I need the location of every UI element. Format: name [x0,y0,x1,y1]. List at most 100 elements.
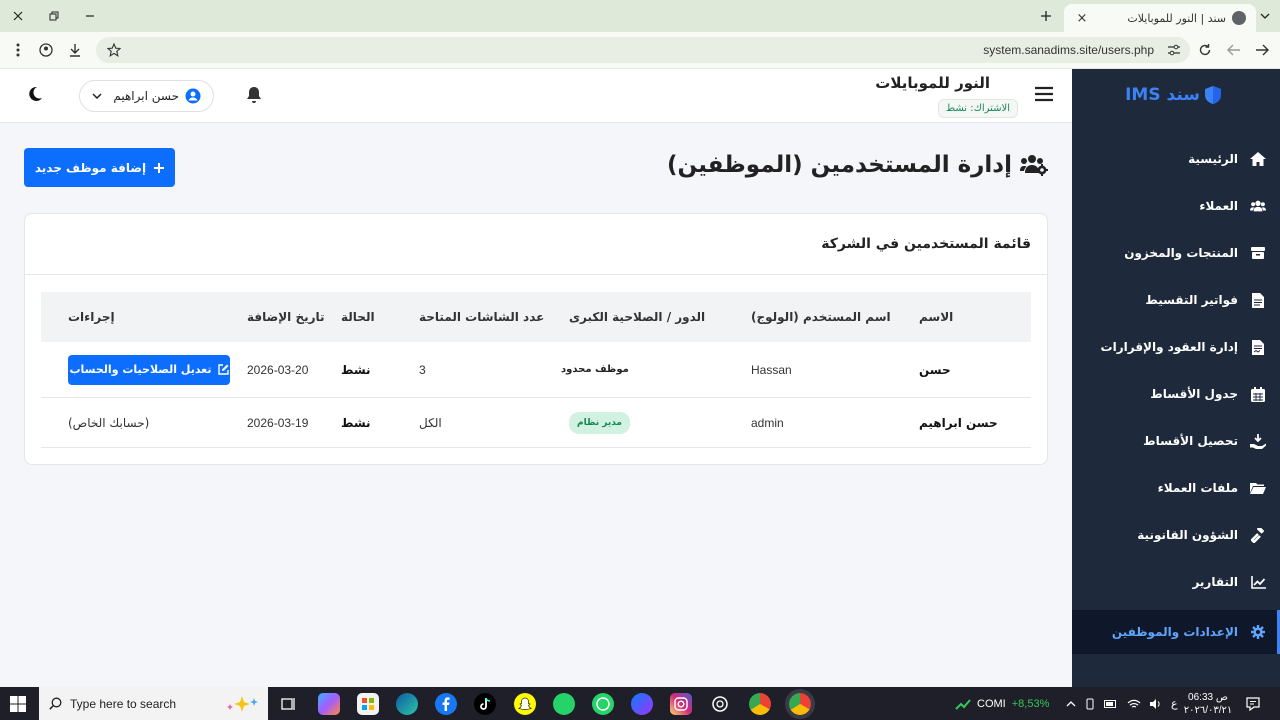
search-placeholder: Type here to search [70,696,177,711]
file-contract-icon [1250,339,1266,355]
bookmark-star-icon[interactable] [104,40,124,60]
close-tab-icon[interactable]: × [1074,11,1090,26]
close-window-icon[interactable] [0,0,36,32]
sidebar-item-collect-installments[interactable]: تحصيل الأقساط [1072,419,1280,463]
stock-name: COMI [977,697,1006,710]
chrome-icon[interactable] [749,693,771,715]
brand-name: سند IMS [1125,85,1200,105]
edit-permissions-button[interactable]: تعديل الصلاحيات والحساب [68,354,230,385]
divider [25,274,1047,275]
column-header: الاسم [919,310,954,324]
sidebar-item-label: فواتير التقسيط [1145,293,1238,307]
moon-icon[interactable] [27,86,43,102]
box-icon [1250,245,1266,261]
sidebar-item-legal[interactable]: الشؤون القانونية [1072,513,1280,557]
profile-icon[interactable] [36,40,56,60]
subscription-badge: الاشتراك: نشط [937,99,1018,118]
usb-icon[interactable] [1085,698,1095,710]
home-icon [1250,151,1266,167]
shop-name: النور للموبايلات [875,74,990,92]
store-icon[interactable] [357,693,379,715]
shield-icon [1205,86,1221,104]
page-title-text: إدارة المستخدمين (الموظفين) [666,152,1012,178]
sidebar-item-products[interactable]: المنتجات والمخزون [1072,231,1280,275]
app-header: النور للموبايلات الاشتراك: نشط حسن ابراه… [0,69,1072,123]
user-name: حسن ابراهيم [113,89,179,103]
stock-widget[interactable]: COMI +8,53% [955,687,1049,720]
address-toolbar: system.sanadims.site/users.php [0,32,1280,69]
sidebar-item-reports[interactable]: التقارير [1072,560,1280,604]
screens-cell: 3 [419,362,426,377]
sidebar-item-label: جدول الأقساط [1150,387,1238,401]
sidebar-item-installment-invoices[interactable]: فواتير التقسيط [1072,278,1280,322]
copilot-icon[interactable] [318,693,340,715]
restore-window-icon[interactable] [36,0,72,32]
date-cell: 2026-03-19 [247,415,309,430]
actions-cell: (حسابك الخاص) [68,415,150,430]
sidebar-item-contracts[interactable]: إدارة العقود والإقرارات [1072,325,1280,369]
role-cell: موظف محدود [561,342,731,397]
notification-icon[interactable] [1246,687,1260,720]
facebook-icon[interactable] [435,693,457,715]
sidebar-item-customers[interactable]: العملاء [1072,184,1280,228]
sidebar-item-installment-schedule[interactable]: جدول الأقساط [1072,372,1280,416]
clock[interactable]: 06:33 ص ٢٠٢٦/٠٣/٢١ [1180,687,1236,720]
chrome-active-icon[interactable] [789,693,811,715]
clock-time: 06:33 ص [1188,691,1228,703]
bell-icon[interactable] [245,86,263,104]
instagram-icon[interactable] [670,693,692,715]
input-language[interactable]: ع [1171,697,1178,710]
sidebar-item-label: الرئيسية [1188,152,1238,166]
add-employee-button[interactable]: إضافة موظف جديد [24,148,175,187]
site-settings-icon[interactable] [1164,40,1184,60]
chatgpt-icon[interactable] [709,693,731,715]
sidebar-item-home[interactable]: الرئيسية [1072,137,1280,181]
speaker-icon[interactable] [1150,698,1162,709]
omnibox[interactable]: system.sanadims.site/users.php [96,37,1190,63]
card-title: قائمة المستخدمين في الشركة [821,236,1031,252]
task-view-icon[interactable] [278,693,300,715]
sidebar: سند IMS الرئيسية العملاء المنتجات والمخز… [1072,69,1280,687]
sidebar-item-label: العملاء [1199,199,1238,213]
user-name-cell: حسن [919,362,951,377]
tiktok-icon[interactable] [474,693,496,715]
hamburger-menu-icon[interactable] [1034,86,1054,102]
minimize-window-icon[interactable] [72,0,108,32]
wifi-icon[interactable] [1127,699,1141,709]
column-header: الدور / الصلاحية الكبرى [569,310,706,324]
menu-dots-icon[interactable] [8,40,28,60]
back-icon[interactable] [1252,40,1272,60]
gavel-icon [1250,527,1266,543]
taskbar-search[interactable]: Type here to search [39,687,268,720]
sidebar-item-label: الشؤون القانونية [1137,528,1238,542]
users-cog-icon [1020,155,1048,176]
actions-cell: تعديل الصلاحيات والحساب [68,342,238,397]
new-tab-icon[interactable] [1038,8,1054,24]
battery-icon[interactable] [1104,699,1118,708]
sidebar-item-customer-files[interactable]: ملفات العملاء [1072,466,1280,510]
chevron-up-icon[interactable] [1066,700,1076,707]
users-icon [1250,198,1266,214]
windows-start-icon[interactable] [10,696,26,712]
download-icon[interactable] [65,40,85,60]
sparkle-icon [227,695,258,712]
reload-icon[interactable] [1195,40,1215,60]
whatsapp-business-icon[interactable] [553,693,575,715]
role-badge: مدير نظام [569,411,631,434]
brand-logo[interactable]: سند IMS [1125,85,1222,105]
screens-cell: الكل [419,415,442,430]
user-menu[interactable]: حسن ابراهيم [79,80,214,112]
folder-icon [1250,480,1266,496]
messenger-icon[interactable] [631,693,653,715]
whatsapp-icon[interactable] [592,693,614,715]
snapchat-icon[interactable] [514,693,536,715]
sidebar-item-settings[interactable]: الإعدادات والموظفين [1072,610,1280,654]
column-header: عدد الشاشات المتاحة [419,310,545,324]
browser-tab[interactable]: سند | النور للموبايلات × [1064,4,1256,32]
clock-date: ٢٠٢٦/٠٣/٢١ [1183,704,1233,716]
edge-icon[interactable] [396,693,418,715]
forward-icon[interactable] [1224,40,1244,60]
tab-search-icon[interactable] [1256,6,1274,26]
sidebar-item-label: ملفات العملاء [1157,481,1238,495]
table-header: الاسم اسم المستخدم (الولوج) الدور / الصل… [41,292,1031,342]
